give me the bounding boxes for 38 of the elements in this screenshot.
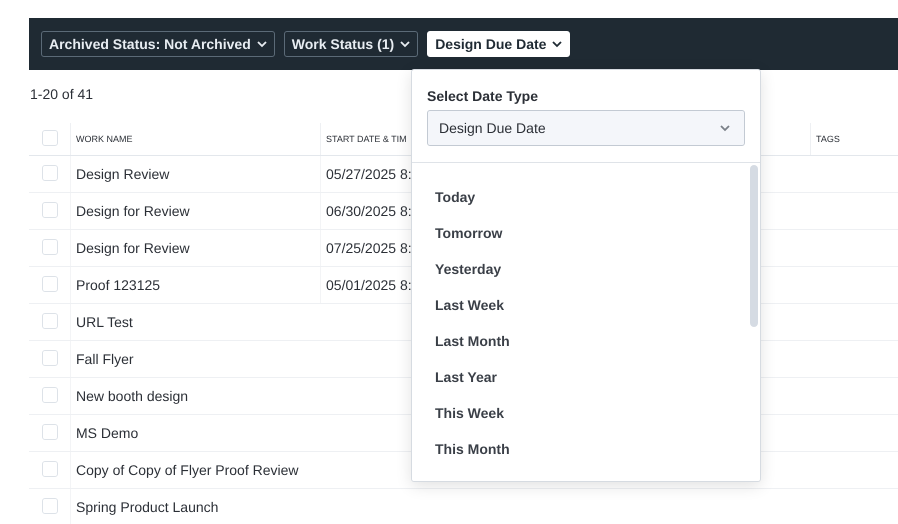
date-type-select[interactable]: Design Due Date — [427, 110, 745, 146]
row-checkbox[interactable] — [42, 313, 58, 329]
date-option[interactable]: Last Month — [435, 323, 760, 359]
table-row[interactable]: Spring Product Launch — [29, 489, 898, 524]
row-checkbox[interactable] — [42, 461, 58, 477]
field-label: Select Date Type — [427, 88, 540, 104]
column-header[interactable]: WORK NAME — [70, 123, 320, 155]
date-option[interactable]: Last Year — [435, 359, 760, 395]
table-cell: Spring Product Launch — [70, 489, 320, 524]
result-count: 1-20 of 41 — [30, 86, 94, 104]
table-cell: New booth design — [70, 378, 320, 414]
table-cell: Fall Flyer — [70, 341, 320, 377]
table-cell: Design for Review — [70, 230, 320, 266]
chevron-down-icon — [720, 124, 730, 132]
table-cell: Copy of Copy of Flyer Proof Review — [70, 452, 320, 488]
row-checkbox[interactable] — [42, 202, 58, 218]
date-option[interactable]: This Week — [435, 395, 760, 431]
chevron-down-icon — [256, 40, 267, 48]
chevron-down-icon — [552, 40, 562, 48]
row-checkbox[interactable] — [42, 424, 58, 440]
filter-dropdown[interactable]: Design Due Date — [427, 31, 570, 57]
row-checkbox[interactable] — [42, 498, 58, 514]
filter-dropdown[interactable]: Work Status (1) — [284, 31, 418, 57]
scrollbar-thumb[interactable] — [750, 165, 758, 327]
table-cell: URL Test — [70, 304, 320, 340]
select-all-checkbox[interactable] — [42, 130, 58, 146]
chevron-down-icon — [400, 40, 410, 48]
table-cell: Proof 123125 — [70, 267, 320, 303]
column-header[interactable]: TAGS — [810, 123, 898, 155]
row-checkbox[interactable] — [42, 350, 58, 366]
table-cell: Design Review — [70, 156, 320, 192]
filter-dropdown[interactable]: Archived Status: Not Archived — [41, 31, 275, 57]
table-cell: Design for Review — [70, 193, 320, 229]
row-checkbox[interactable] — [42, 387, 58, 403]
row-checkbox[interactable] — [42, 276, 58, 292]
row-checkbox[interactable] — [42, 165, 58, 181]
table-cell: MS Demo — [70, 415, 320, 451]
row-checkbox[interactable] — [42, 239, 58, 255]
